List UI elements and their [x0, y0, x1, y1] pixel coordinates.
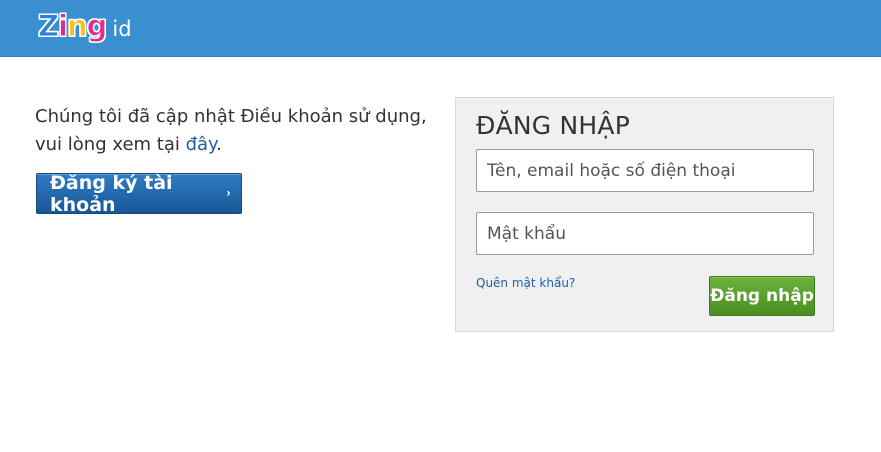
- notice-suffix: .: [216, 134, 222, 155]
- zing-id-logo[interactable]: Zing id: [37, 7, 132, 45]
- notice-text: Chúng tôi đã cập nhật Điều khoản sử dụng…: [35, 106, 427, 155]
- logo-letter: g: [86, 9, 108, 44]
- forgot-password-link[interactable]: Quên mật khẩu?: [476, 276, 575, 290]
- zing-logo-text: Zing: [37, 7, 108, 45]
- register-account-button[interactable]: Đăng ký tài khoản ›: [36, 171, 242, 216]
- terms-notice: Chúng tôi đã cập nhật Điều khoản sử dụng…: [35, 103, 435, 159]
- password-input[interactable]: [476, 212, 814, 255]
- login-title: ĐĂNG NHẬP: [476, 111, 630, 140]
- login-button[interactable]: Đăng nhập: [709, 276, 815, 316]
- login-panel: ĐĂNG NHẬP Quên mật khẩu? Đăng nhập: [455, 97, 834, 332]
- logo-letter: Z: [37, 9, 59, 44]
- logo-letter: i: [58, 9, 69, 44]
- chevron-right-icon: ›: [226, 186, 231, 200]
- username-input[interactable]: [476, 149, 814, 192]
- top-bar: Zing id: [0, 0, 881, 57]
- register-label: Đăng ký tài khoản: [50, 171, 173, 216]
- logo-id-suffix: id: [112, 17, 132, 41]
- logo-letter: n: [66, 9, 88, 44]
- terms-link[interactable]: đây: [186, 134, 217, 155]
